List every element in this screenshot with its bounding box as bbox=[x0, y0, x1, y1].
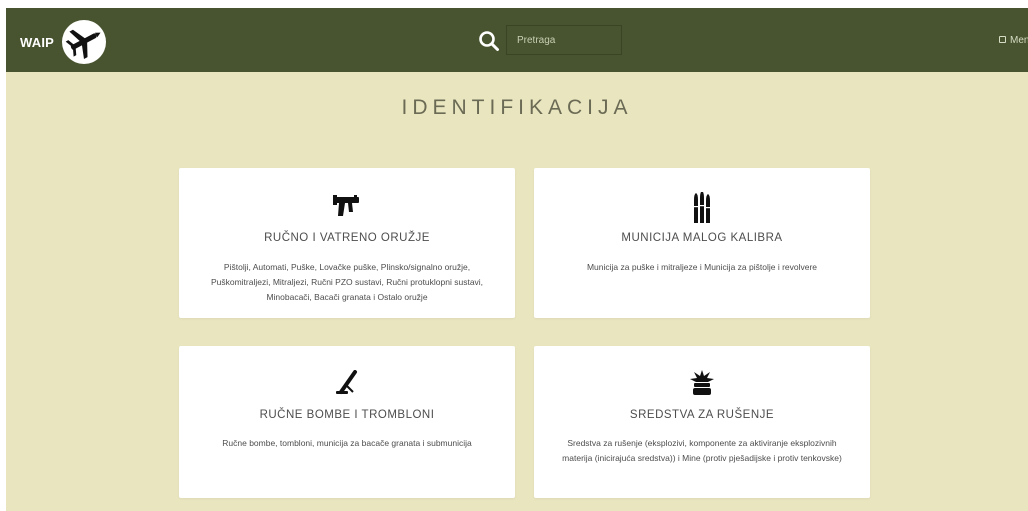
ammunition-icon bbox=[693, 192, 711, 223]
page-frame: WAIP Men IDENTIFIKACIJA bbox=[6, 8, 1028, 511]
card-description: Ručne bombe, tombloni, municija za bacač… bbox=[222, 438, 472, 448]
menu-label: Men bbox=[1010, 35, 1028, 46]
card-description: Sredstva za rušenje (eksplozivi, kompone… bbox=[562, 438, 842, 463]
card-demolition[interactable]: SREDSTVA ZA RUŠENJE Sredstva za rušenje … bbox=[534, 346, 870, 498]
page-title: IDENTIFIKACIJA bbox=[401, 96, 633, 119]
explosion-icon bbox=[690, 370, 714, 395]
card-description: Municija za puške i mitraljeze i Municij… bbox=[586, 262, 818, 272]
menu-button[interactable]: Men bbox=[999, 35, 1028, 46]
card-title: MUNICIJA MALOG KALIBRA bbox=[621, 232, 783, 244]
search-input[interactable] bbox=[506, 25, 622, 55]
brand-name[interactable]: WAIP bbox=[20, 35, 54, 50]
card-title: RUČNE BOMBE I TROMBLONI bbox=[259, 409, 435, 421]
search-icon[interactable] bbox=[478, 30, 500, 52]
submachine-gun-icon bbox=[333, 195, 359, 216]
card-firearms[interactable]: RUČNO I VATRENO ORUŽJE Pištolji, Automat… bbox=[179, 168, 515, 318]
card-title: SREDSTVA ZA RUŠENJE bbox=[629, 409, 775, 421]
mortar-icon bbox=[336, 370, 357, 394]
card-title: RUČNO I VATRENO ORUŽJE bbox=[264, 232, 430, 244]
card-ammunition[interactable]: MUNICIJA MALOG KALIBRA Municija za puške… bbox=[534, 168, 870, 318]
top-navbar: WAIP Men bbox=[6, 8, 1028, 72]
menu-icon bbox=[999, 35, 1006, 43]
aircraft-silhouette-icon[interactable] bbox=[62, 20, 106, 64]
card-grenades[interactable]: RUČNE BOMBE I TROMBLONI Ručne bombe, tom… bbox=[179, 346, 515, 498]
card-description: Pištolji, Automati, Puške, Lovačke puške… bbox=[210, 262, 484, 302]
